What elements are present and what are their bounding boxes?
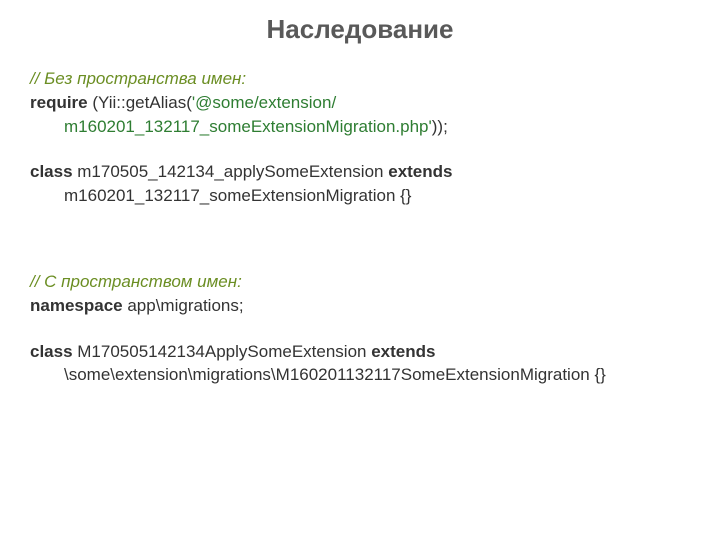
- keyword-class-1: class: [30, 162, 77, 181]
- page-title: Наследование: [30, 14, 690, 45]
- parent-class-1: m160201_132117_someExtensionMigration {}: [30, 184, 690, 208]
- class-decl-1: class m170505_142134_applySomeExtension …: [30, 160, 690, 208]
- keyword-class-2: class: [30, 342, 77, 361]
- keyword-require: require: [30, 93, 92, 112]
- keyword-namespace: namespace: [30, 296, 127, 315]
- class-name-2: M170505142134ApplySomeExtension: [77, 342, 371, 361]
- code-block-no-namespace: // Без пространства имен: require (Yii::…: [30, 67, 690, 208]
- class-decl-2: class M170505142134ApplySomeExtension ex…: [30, 340, 690, 388]
- comment-no-namespace: // Без пространства имен:: [30, 67, 690, 91]
- require-line: require (Yii::getAlias('@some/extension/…: [30, 91, 690, 139]
- require-close: ));: [432, 117, 448, 136]
- string-path-1: @some/extension/: [195, 93, 336, 112]
- code-block-with-namespace: // С пространством имен: namespace app\m…: [30, 270, 690, 387]
- require-open: (Yii::getAlias(: [92, 93, 192, 112]
- keyword-extends-1: extends: [388, 162, 452, 181]
- string-path-2: m160201_132117_someExtensionMigration.ph…: [64, 117, 429, 136]
- parent-class-2: \some\extension\migrations\M160201132117…: [30, 363, 690, 387]
- namespace-name: app\migrations;: [127, 296, 243, 315]
- class-name-1: m170505_142134_applySomeExtension: [77, 162, 388, 181]
- namespace-line: namespace app\migrations;: [30, 294, 690, 318]
- comment-with-namespace: // С пространством имен:: [30, 270, 690, 294]
- keyword-extends-2: extends: [371, 342, 435, 361]
